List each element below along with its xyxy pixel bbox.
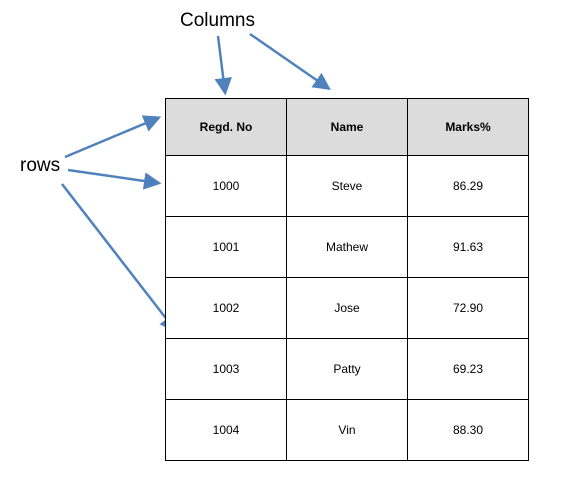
- cell-regd: 1004: [166, 400, 287, 461]
- table-row: 1002 Jose 72.90: [166, 278, 529, 339]
- cell-name: Steve: [287, 156, 408, 217]
- cell-marks: 88.30: [408, 400, 529, 461]
- cell-name: Patty: [287, 339, 408, 400]
- cell-marks: 72.90: [408, 278, 529, 339]
- cell-name: Vin: [287, 400, 408, 461]
- col-header-regd: Regd. No: [166, 99, 287, 156]
- cell-regd: 1002: [166, 278, 287, 339]
- cell-name: Mathew: [287, 217, 408, 278]
- table-row: 1000 Steve 86.29: [166, 156, 529, 217]
- cell-regd: 1001: [166, 217, 287, 278]
- rows-label: rows: [20, 155, 60, 177]
- cell-name: Jose: [287, 278, 408, 339]
- cell-regd: 1003: [166, 339, 287, 400]
- arrow-rows-1-icon: [65, 118, 158, 157]
- cell-marks: 91.63: [408, 217, 529, 278]
- data-table: Regd. No Name Marks% 1000 Steve 86.29 10…: [165, 98, 529, 461]
- table-row: 1003 Patty 69.23: [166, 339, 529, 400]
- columns-label: Columns: [180, 10, 255, 32]
- arrow-columns-1-icon: [218, 36, 225, 92]
- cell-regd: 1000: [166, 156, 287, 217]
- arrow-rows-3-icon: [62, 184, 175, 330]
- arrow-rows-2-icon: [68, 170, 158, 183]
- table-row: 1001 Mathew 91.63: [166, 217, 529, 278]
- cell-marks: 86.29: [408, 156, 529, 217]
- table-header-row: Regd. No Name Marks%: [166, 99, 529, 156]
- cell-marks: 69.23: [408, 339, 529, 400]
- table-row: 1004 Vin 88.30: [166, 400, 529, 461]
- col-header-name: Name: [287, 99, 408, 156]
- arrow-columns-2-icon: [250, 34, 328, 88]
- col-header-marks: Marks%: [408, 99, 529, 156]
